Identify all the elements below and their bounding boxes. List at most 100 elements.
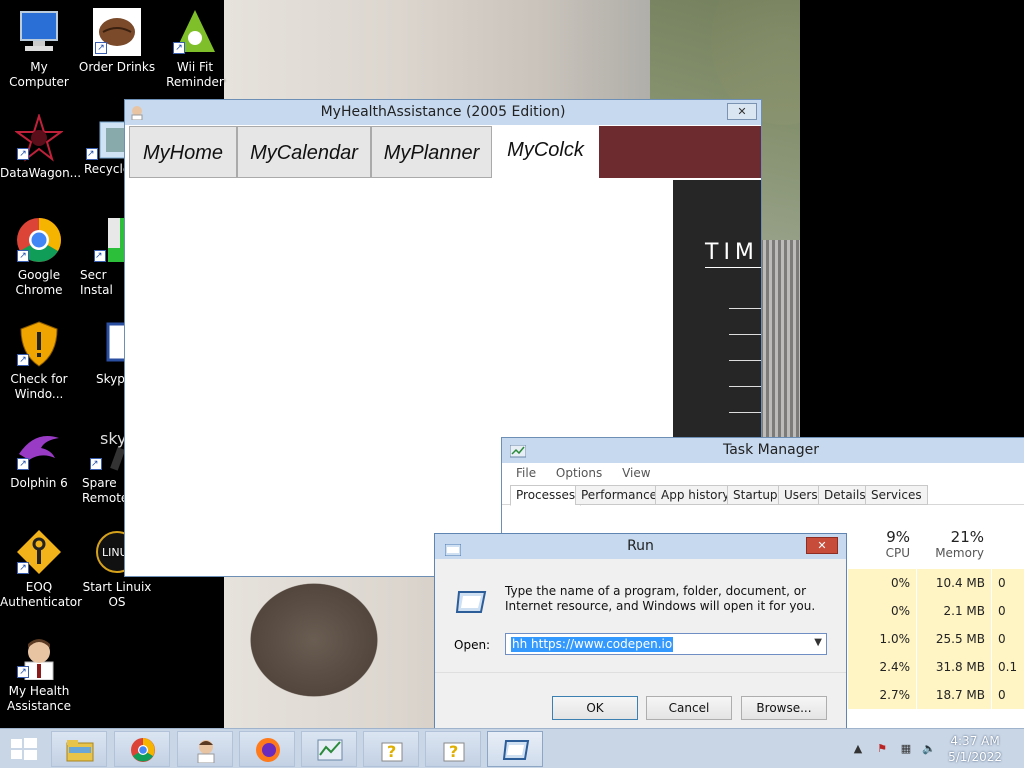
disk-cell: 0.1 bbox=[992, 653, 1024, 681]
divider bbox=[729, 412, 761, 413]
desktop-icon-google-chrome[interactable]: ↗ Google Chrome bbox=[0, 216, 78, 298]
table-row[interactable]: 2.4% 31.8 MB 0.1 bbox=[848, 653, 1024, 681]
datawagon-star-icon: ↗ bbox=[13, 112, 65, 162]
cpu-cell: 2.4% bbox=[848, 653, 916, 681]
taskbar-my-health-assistance[interactable] bbox=[177, 731, 233, 767]
mha-titlebar[interactable]: MyHealthAssistance (2005 Edition) ✕ bbox=[125, 100, 761, 125]
cpu-cell: 1.0% bbox=[848, 625, 916, 653]
svg-text:sky: sky bbox=[100, 429, 124, 448]
desktop-icon-my-computer[interactable]: My Computer bbox=[0, 8, 78, 90]
mha-title: MyHealthAssistance (2005 Edition) bbox=[320, 104, 566, 120]
cancel-button[interactable]: Cancel bbox=[646, 696, 732, 720]
taskbar-help-app[interactable]: ? bbox=[363, 731, 419, 767]
desktop-icon-recycle[interactable]: ↗ Recycle bbox=[78, 114, 124, 177]
close-button[interactable]: ✕ bbox=[727, 103, 757, 120]
task-manager-titlebar[interactable]: Task Manager bbox=[502, 438, 1024, 463]
tab-details[interactable]: Details bbox=[818, 485, 872, 505]
desktop-icon-skype[interactable]: Skyp bbox=[78, 320, 124, 387]
table-row[interactable]: 0% 10.4 MB 0 bbox=[848, 569, 1024, 597]
memory-total: 21% bbox=[950, 528, 984, 546]
taskbar-task-manager[interactable] bbox=[301, 731, 357, 767]
desktop-icon-label: Secr Instal bbox=[80, 268, 113, 297]
shortcut-arrow-icon: ↗ bbox=[94, 250, 106, 262]
desktop-icon-dolphin[interactable]: ↗ Dolphin 6 bbox=[0, 424, 78, 491]
desktop-icon-eoq-authenticator[interactable]: ↗ EOQ Authenticator bbox=[0, 528, 83, 610]
tab-startup[interactable]: Startup bbox=[727, 485, 784, 505]
desktop-icon-my-health-assistance[interactable]: ↗ My Health Assistance bbox=[0, 632, 78, 714]
tab-myplanner[interactable]: MyPlanner bbox=[371, 126, 492, 178]
tab-performance[interactable]: Performance bbox=[575, 485, 664, 505]
taskbar-help-app-2[interactable]: ? bbox=[425, 731, 481, 767]
tab-app-history[interactable]: App history bbox=[655, 485, 736, 505]
taskbar: ? ? ▲ ⚑ ▦ 🔈 4:37 AM 5/1/2022 bbox=[0, 728, 1024, 768]
menu-view[interactable]: View bbox=[622, 466, 650, 480]
desktop-icon-label: Spare Remote bbox=[82, 476, 124, 505]
taskbar-run[interactable] bbox=[487, 731, 543, 767]
desktop-icon-label: Check for Windo... bbox=[10, 372, 68, 401]
run-dialog[interactable]: Run ✕ Type the name of a program, folder… bbox=[434, 533, 847, 733]
desktop-icon-label: EOQ Authenticator bbox=[0, 580, 83, 609]
desktop-icon-label: Wii Fit Reminder bbox=[166, 60, 224, 89]
memory-column-header[interactable]: 21% Memory bbox=[916, 528, 984, 560]
window-app-icon bbox=[92, 320, 124, 368]
chevron-up-icon[interactable]: ▲ bbox=[850, 741, 866, 757]
coffee-bean-icon: ↗ bbox=[93, 8, 141, 56]
desktop-icon-secure-installer[interactable]: ↗ Secr Instal bbox=[78, 216, 124, 298]
desktop-icon-check-for-windows[interactable]: ↗ Check for Windo... bbox=[0, 320, 78, 402]
disk-cell: 0 bbox=[992, 597, 1024, 625]
memory-cell: 31.8 MB bbox=[917, 653, 991, 681]
desktop-icon-spare-remote[interactable]: sky ↗ Spare Remote bbox=[78, 424, 124, 506]
taskbar-file-explorer[interactable] bbox=[51, 731, 107, 767]
close-icon: ✕ bbox=[737, 105, 747, 118]
desktop-icon-label: Start Linuix OS bbox=[82, 580, 152, 609]
ok-button[interactable]: OK bbox=[552, 696, 638, 720]
tab-processes[interactable]: Processes bbox=[510, 485, 582, 506]
menu-file[interactable]: File bbox=[516, 466, 536, 480]
close-button[interactable]: ✕ bbox=[806, 537, 838, 554]
desktop-icon-wii-fit-reminder[interactable]: ↗ Wii Fit Reminder bbox=[156, 8, 234, 90]
start-button[interactable] bbox=[10, 737, 38, 761]
table-row[interactable]: 2.7% 18.7 MB 0 bbox=[848, 681, 1024, 709]
windows-logo-icon bbox=[11, 738, 37, 760]
cpu-column-header[interactable]: 9% CPU bbox=[848, 528, 910, 560]
installer-icon: ↗ bbox=[92, 216, 124, 264]
chevron-down-icon[interactable]: ▼ bbox=[814, 637, 822, 648]
desktop-icon-order-drinks[interactable]: ↗ Order Drinks bbox=[78, 8, 156, 75]
tab-users[interactable]: Users bbox=[778, 485, 824, 505]
network-icon[interactable]: ▦ bbox=[898, 741, 914, 757]
taskbar-chrome[interactable] bbox=[114, 731, 170, 767]
table-row[interactable]: 1.0% 25.5 MB 0 bbox=[848, 625, 1024, 653]
taskbar-firefox[interactable] bbox=[239, 731, 295, 767]
memory-cell: 18.7 MB bbox=[917, 681, 991, 709]
close-icon: ✕ bbox=[817, 539, 827, 552]
disk-cell: 0 bbox=[992, 681, 1024, 709]
divider bbox=[729, 334, 761, 335]
svg-text:?: ? bbox=[387, 742, 396, 761]
key-icon: ↗ bbox=[15, 528, 63, 576]
run-titlebar[interactable]: Run ✕ bbox=[435, 534, 846, 559]
memory-cell: 2.1 MB bbox=[917, 597, 991, 625]
shortcut-arrow-icon: ↗ bbox=[173, 42, 185, 54]
menu-options[interactable]: Options bbox=[556, 466, 602, 480]
tab-myhome[interactable]: MyHome bbox=[129, 126, 237, 178]
tab-services[interactable]: Services bbox=[865, 485, 928, 505]
table-row[interactable]: 0% 2.1 MB 0 bbox=[848, 597, 1024, 625]
help-question-icon: ? bbox=[381, 742, 403, 762]
tab-myclock[interactable]: MyColck bbox=[492, 126, 599, 178]
open-input-value[interactable]: hh https://www.codepen.io bbox=[511, 637, 674, 652]
desktop-icon-label: Google Chrome bbox=[15, 268, 63, 297]
column-headers: 9% CPU 21% Memory bbox=[848, 524, 1024, 564]
action-center-icon[interactable]: ⚑ bbox=[874, 741, 890, 757]
tab-mycalendar[interactable]: MyCalendar bbox=[237, 126, 371, 178]
shortcut-arrow-icon: ↗ bbox=[17, 354, 29, 366]
volume-icon[interactable]: 🔈 bbox=[921, 741, 937, 757]
mha-tab-bar: MyHome MyCalendar MyPlanner MyColck bbox=[129, 126, 761, 178]
shortcut-arrow-icon: ↗ bbox=[17, 250, 29, 262]
open-combobox[interactable]: hh https://www.codepen.io ▼ bbox=[505, 633, 827, 655]
browse-button[interactable]: Browse... bbox=[741, 696, 827, 720]
doctor-avatar-icon bbox=[129, 104, 145, 121]
folder-icon bbox=[66, 740, 94, 762]
desktop-icon-datawagon[interactable]: ↗ DataWagon... bbox=[0, 112, 81, 181]
clock-date: 5/1/2022 bbox=[948, 750, 1002, 764]
system-clock[interactable]: 4:37 AM 5/1/2022 bbox=[948, 733, 1002, 765]
